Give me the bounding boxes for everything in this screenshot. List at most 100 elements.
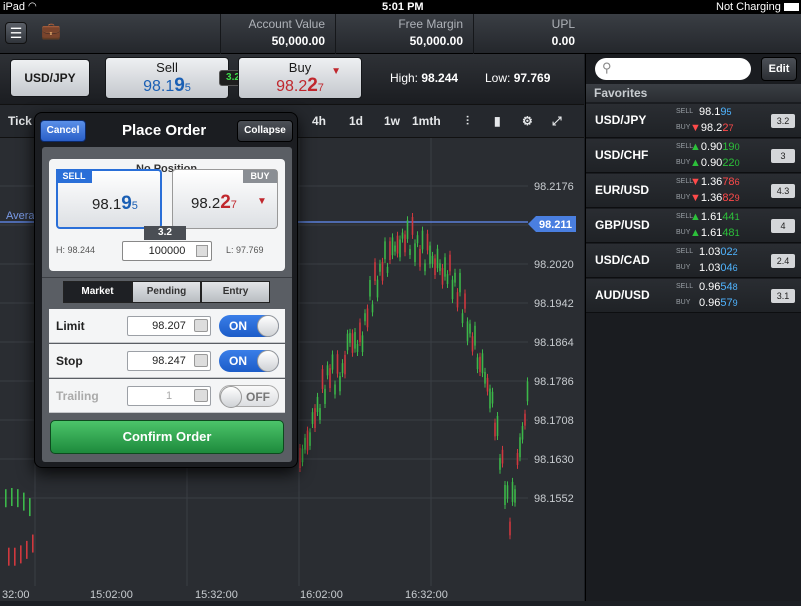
favorite-symbol: USD/JPY [595, 113, 647, 127]
candle-body [20, 545, 22, 564]
candle-body [394, 245, 396, 252]
favorite-symbol: AUD/USD [595, 288, 650, 302]
order-buy-button[interactable]: BUY 98.227 ▼ [172, 169, 278, 229]
buy-price: 98.227 [239, 75, 361, 97]
candle-body [421, 230, 424, 250]
symbol-selector[interactable]: USD/JPY [10, 59, 90, 97]
favorite-buy-price: 0.96579 [699, 297, 759, 309]
candle-body [396, 235, 399, 254]
candle-body [484, 371, 486, 384]
menu-icon[interactable]: ☰ [5, 22, 27, 44]
buy-pip: 22 [722, 157, 735, 169]
trailing-toggle[interactable]: OFF [219, 385, 279, 408]
candle-body [491, 391, 494, 404]
favorite-buy-price: 1.03046 [699, 262, 759, 274]
buy-label: BUY [676, 229, 691, 236]
candle-body [424, 263, 426, 272]
confirm-order-button[interactable]: Confirm Order [50, 420, 284, 454]
cancel-button[interactable]: Cancel [40, 120, 86, 142]
favorite-row[interactable]: USD/JPY SELL BUY 98.195 ▼98.227 3.2 [586, 104, 801, 138]
sell-button[interactable]: Sell 98.195 [105, 57, 229, 99]
sell-price: 98.195 [106, 75, 228, 97]
favorite-spread: 4.3 [771, 184, 795, 198]
edit-button[interactable]: Edit [761, 57, 797, 81]
briefcase-icon[interactable]: 💼 [40, 22, 62, 44]
field-stop: Stop 98.247 ON [49, 344, 285, 378]
tick-button[interactable]: Tick [8, 114, 32, 128]
upl-amount: 0.00 [551, 34, 575, 48]
x-tick-label: 32:00 [2, 589, 30, 601]
order-sell-button[interactable]: SELL 98.195 [56, 169, 162, 229]
order-spread: 3.2 [144, 226, 186, 240]
favorite-row[interactable]: GBP/USD SELL BUY ▲1.61441 ▲1.61481 4 [586, 209, 801, 243]
order-buy-price: 98.227 [191, 192, 237, 214]
free-margin-amount: 50,000.00 [409, 34, 463, 48]
sell-main: 1.03 [699, 246, 721, 258]
keyboard-icon[interactable] [194, 354, 208, 367]
candle-body [461, 313, 464, 324]
device-label: iPad [3, 1, 26, 13]
tab-entry[interactable]: Entry [201, 281, 270, 303]
gear-icon[interactable]: ⚙ [522, 114, 533, 128]
high-label: High: [390, 71, 419, 85]
period-1w[interactable]: 1w [384, 114, 400, 128]
candle-body [329, 368, 331, 389]
limit-toggle[interactable]: ON [219, 315, 279, 337]
favorite-spread: 3 [771, 149, 795, 163]
keyboard-icon[interactable] [194, 319, 208, 332]
favorite-row[interactable]: USD/CHF SELL BUY ▲0.90190 ▲0.90220 3 [586, 139, 801, 173]
stop-toggle[interactable]: ON [219, 350, 279, 372]
candle-body [429, 245, 431, 265]
candle-body [321, 369, 324, 389]
sell-main: 0.96 [699, 281, 721, 293]
period-1mth[interactable]: 1mth [412, 114, 441, 128]
field-label: Stop [56, 354, 83, 368]
current-price-label: 98.211 [539, 219, 572, 231]
keyboard-icon[interactable] [196, 245, 208, 257]
candle-body [339, 376, 341, 392]
favorite-row[interactable]: EUR/USD SELL BUY ▼1.36786 ▼1.36829 4.3 [586, 174, 801, 208]
x-tick-label: 15:32:00 [195, 589, 238, 601]
period-4h[interactable]: 4h [312, 114, 326, 128]
sell-price-fraction: 5 [184, 82, 191, 94]
favorite-row[interactable]: AUD/USD SELL BUY 0.96548 0.96579 3.1 [586, 279, 801, 313]
buy-fraction: 6 [732, 263, 738, 273]
order-buy-main: 98.2 [191, 195, 221, 212]
candle-body [471, 336, 474, 352]
candle-body [319, 408, 321, 420]
candle-body [496, 415, 499, 436]
keyboard-icon[interactable] [194, 389, 208, 402]
low-display: Low: 97.769 [485, 71, 550, 85]
low-value: 97.769 [513, 71, 551, 85]
search-input[interactable]: ⚲ [595, 58, 751, 80]
favorite-sell-price: 98.195 [699, 106, 759, 118]
candle-body [474, 325, 476, 346]
tab-market[interactable]: Market [63, 281, 132, 303]
field-trailing: Trailing 1 OFF [49, 379, 285, 413]
collapse-button[interactable]: Collapse [237, 120, 293, 142]
toggle-state: OFF [246, 390, 270, 404]
candle-icon[interactable]: ▮ [494, 114, 501, 128]
favorite-sell-price: ▼1.36786 [690, 176, 750, 188]
candle-body [506, 485, 509, 499]
candle-body [391, 237, 394, 256]
tab-pending[interactable]: Pending [132, 281, 201, 303]
candle-body [489, 388, 491, 409]
candle-body [521, 426, 524, 440]
chart-type-icon[interactable]: ⫶ [466, 114, 469, 129]
favorite-row[interactable]: USD/CAD SELL BUY 1.03022 1.03046 2.4 [586, 244, 801, 278]
toggle-knob [257, 350, 279, 372]
candle-body [366, 308, 369, 328]
candle-body [449, 254, 451, 272]
buy-main: 1.03 [699, 262, 721, 274]
expand-icon[interactable]: ⤢ [552, 114, 562, 129]
buy-button[interactable]: Buy 98.227 ▼ [238, 57, 362, 99]
buy-fraction: 1 [734, 228, 740, 238]
candle-body [304, 437, 306, 450]
buy-main: 1.61 [700, 227, 723, 239]
period-1d[interactable]: 1d [349, 114, 363, 128]
favorite-buy-price: ▲0.90220 [690, 157, 750, 169]
candle-body [411, 217, 414, 235]
order-sell-fraction: 5 [131, 200, 138, 212]
buy-price-main: 98.2 [276, 78, 308, 95]
